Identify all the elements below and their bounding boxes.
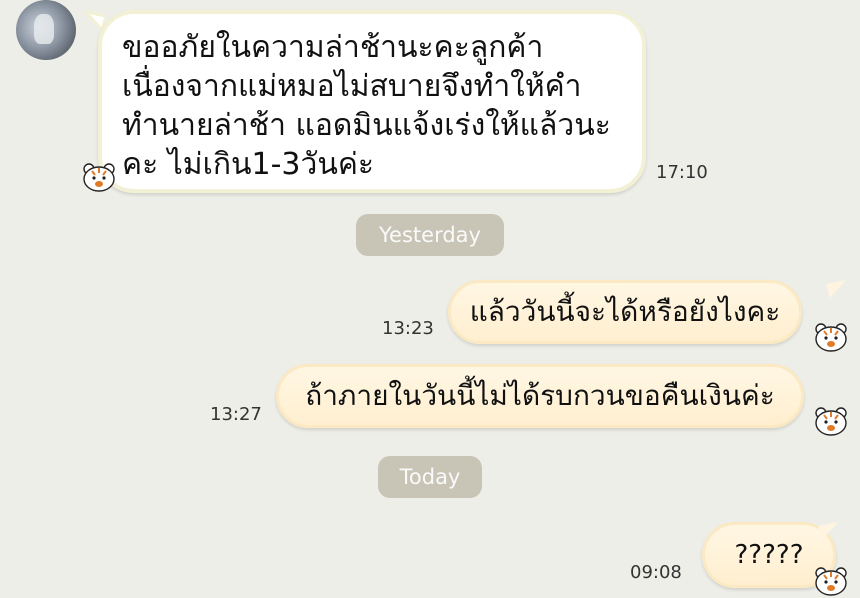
avatar-figure xyxy=(34,14,54,44)
message-time: 13:23 xyxy=(382,318,434,339)
chat-view: ขออภัยในความล่าช้านะคะลูกค้า เนื่องจากแม… xyxy=(0,0,860,598)
message-time: 13:27 xyxy=(210,404,262,425)
bubble-tail xyxy=(826,280,846,298)
tiger-face-icon[interactable] xyxy=(814,566,848,596)
tiger-face-icon[interactable] xyxy=(82,162,116,192)
contact-avatar[interactable] xyxy=(16,0,76,60)
tiger-face-icon[interactable] xyxy=(814,322,848,352)
outgoing-message-bubble[interactable]: ถ้าภายในวันนี้ไม่ได้รบกวนขอคืนเงินค่ะ xyxy=(276,364,804,428)
incoming-message-bubble[interactable]: ขออภัยในความล่าช้านะคะลูกค้า เนื่องจากแม… xyxy=(98,10,646,193)
message-text: ถ้าภายในวันนี้ไม่ได้รบกวนขอคืนเงินค่ะ xyxy=(305,379,775,412)
message-time: 17:10 xyxy=(656,162,708,183)
tiger-face-icon[interactable] xyxy=(814,406,848,436)
bubble-tail xyxy=(818,522,838,540)
date-divider-yesterday: Yesterday xyxy=(356,214,504,256)
message-time: 09:08 xyxy=(630,562,682,583)
message-text: แล้ววันนี้จะได้หรือยังไงคะ xyxy=(469,295,781,328)
message-text: ขออภัยในความล่าช้านะคะลูกค้า เนื่องจากแม… xyxy=(122,30,611,182)
outgoing-message-bubble[interactable]: แล้ววันนี้จะได้หรือยังไงคะ xyxy=(448,280,802,344)
date-divider-today: Today xyxy=(378,456,482,498)
